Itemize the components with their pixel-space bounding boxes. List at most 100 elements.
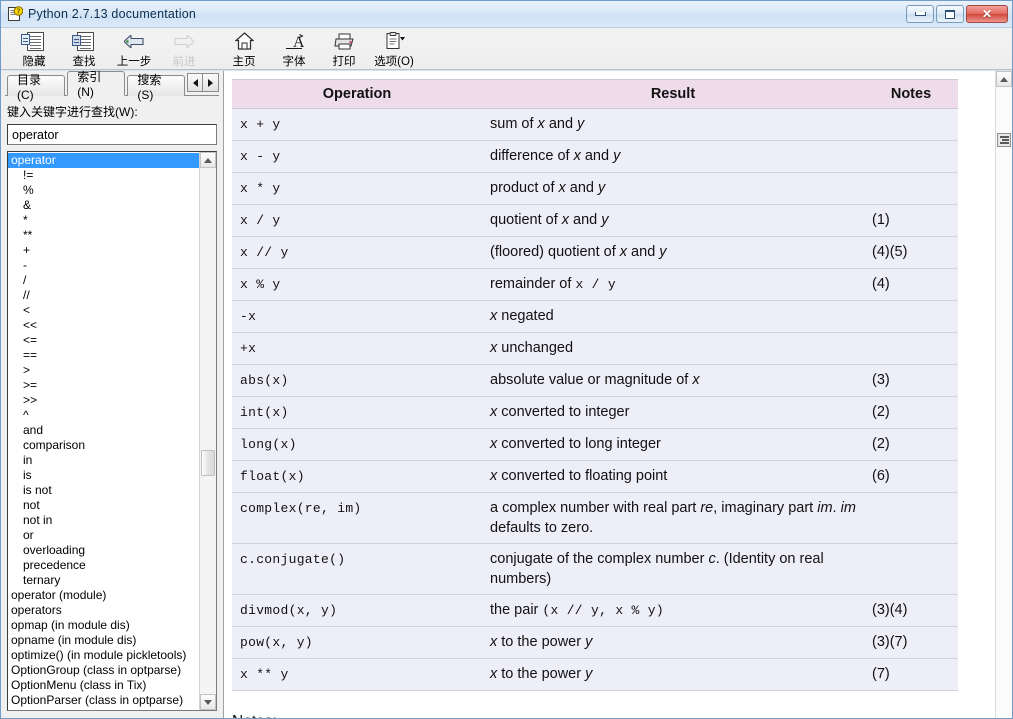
index-list-item[interactable]: precedence xyxy=(8,558,199,573)
tab-contents-label: 目录(C) xyxy=(17,72,42,102)
cell-notes: (4)(5) xyxy=(864,236,958,269)
tab-scroll-right-button[interactable] xyxy=(203,73,219,92)
doc-scroll-up-button[interactable] xyxy=(996,71,1012,87)
table-row: x * y product of x and y xyxy=(232,172,958,205)
operation-code: divmod(x, y) xyxy=(240,603,338,618)
index-list-item[interactable]: opname (in module dis) xyxy=(8,633,199,648)
toolbar-button-font[interactable]: A 字体 xyxy=(269,30,319,69)
index-list-item[interactable]: and xyxy=(8,423,199,438)
tab-scroll-left-button[interactable] xyxy=(187,73,203,92)
index-list-item[interactable]: & xyxy=(8,198,199,213)
index-list-item[interactable]: optimize() (in module pickletools) xyxy=(8,648,199,663)
operation-code: int(x) xyxy=(240,405,289,420)
chevron-left-icon xyxy=(192,78,198,87)
math-variable: x xyxy=(558,180,566,196)
table-row: int(x) x converted to integer (2) xyxy=(232,396,958,429)
cell-notes: (2) xyxy=(864,396,958,429)
close-button[interactable]: ✕ xyxy=(966,5,1008,23)
index-list-item[interactable]: ^ xyxy=(8,408,199,423)
toolbar-button-hide[interactable]: 隐藏 xyxy=(9,30,59,69)
index-list-item[interactable]: OptionParser (class in optparse) xyxy=(8,693,199,708)
cell-result: x unchanged xyxy=(482,332,864,365)
doc-scroll-track[interactable] xyxy=(996,87,1012,718)
index-list-item[interactable]: ** xyxy=(8,228,199,243)
math-variable: y xyxy=(613,148,621,164)
cell-notes: (4) xyxy=(864,268,958,301)
index-scroll-thumb[interactable] xyxy=(201,450,215,476)
math-variable: x xyxy=(692,372,700,388)
cell-notes xyxy=(864,108,958,141)
index-list-item[interactable]: OptionGroup (class in optparse) xyxy=(8,663,199,678)
cell-operation: int(x) xyxy=(232,396,482,429)
index-list-item[interactable]: overloading xyxy=(8,543,199,558)
cell-result: conjugate of the complex number c. (Iden… xyxy=(482,543,864,595)
index-list-item[interactable]: << xyxy=(8,318,199,333)
math-variable: x xyxy=(490,404,498,420)
find-icon xyxy=(71,31,97,52)
cell-notes xyxy=(864,140,958,173)
cell-result: remainder of x / y xyxy=(482,268,864,301)
home-icon xyxy=(231,31,257,52)
index-list-item[interactable]: or xyxy=(8,528,199,543)
index-list-item[interactable]: operator xyxy=(8,153,199,168)
index-list-item[interactable]: operators xyxy=(8,603,199,618)
index-list-item[interactable]: is not xyxy=(8,483,199,498)
index-list-item[interactable]: * xyxy=(8,213,199,228)
index-list-item[interactable]: - xyxy=(8,258,199,273)
index-list-item[interactable]: in xyxy=(8,453,199,468)
index-scroll-up-button[interactable] xyxy=(200,152,216,168)
keyword-input[interactable]: operator xyxy=(7,124,217,145)
nav-tab-strip: 目录(C) 索引(N) 搜索(S) xyxy=(5,70,219,102)
cell-notes: (2) xyxy=(864,428,958,461)
index-list-item[interactable]: not xyxy=(8,498,199,513)
index-list-item[interactable]: / xyxy=(8,273,199,288)
toolbar-button-print[interactable]: 打印 xyxy=(319,30,369,69)
print-icon xyxy=(331,31,357,52)
table-row: complex(re, im) a complex number with rea… xyxy=(232,492,958,544)
index-list-item[interactable]: % xyxy=(8,183,199,198)
index-list-item[interactable]: operator (module) xyxy=(8,588,199,603)
toolbar-button-forward[interactable]: 前进 xyxy=(159,30,209,69)
toolbar-label-print: 打印 xyxy=(332,56,356,68)
index-scroll-track[interactable] xyxy=(200,168,216,694)
operations-table-head: Operation Result Notes xyxy=(232,79,958,109)
document-scrollbar[interactable] xyxy=(995,71,1012,718)
operation-code: float(x) xyxy=(240,469,305,484)
cell-result: x to the power y xyxy=(482,658,864,691)
svg-text:?: ? xyxy=(17,8,21,16)
index-list-item[interactable]: opmap (in module dis) xyxy=(8,618,199,633)
index-list-item[interactable]: < xyxy=(8,303,199,318)
index-list-item[interactable]: is xyxy=(8,468,199,483)
toolbar-button-home[interactable]: 主页 xyxy=(219,30,269,69)
index-list-item[interactable]: ternary xyxy=(8,573,199,588)
index-list-item[interactable]: OptionMenu (class in Tix) xyxy=(8,678,199,693)
tab-search[interactable]: 搜索(S) xyxy=(127,73,185,102)
index-list-item[interactable]: // xyxy=(8,288,199,303)
tab-index[interactable]: 索引(N) xyxy=(67,70,126,99)
operation-code: x ** y xyxy=(240,667,289,682)
index-list-scrollbar[interactable] xyxy=(199,152,216,710)
table-row: +x x unchanged xyxy=(232,332,958,365)
document-outline-icon[interactable] xyxy=(997,133,1011,147)
index-list-item[interactable]: == xyxy=(8,348,199,363)
index-list-item[interactable]: > xyxy=(8,363,199,378)
maximize-button[interactable] xyxy=(936,5,964,23)
navigation-pane: 目录(C) 索引(N) 搜索(S) 键入关键字进行查找(W): operator… xyxy=(1,70,223,718)
index-list-item[interactable]: + xyxy=(8,243,199,258)
index-list[interactable]: operator !=% & * ** + - ///< << <= == > >= >> ^ and comp… xyxy=(8,152,199,710)
table-row: c.conjugate() conjugate of the complex nu… xyxy=(232,543,958,595)
toolbar-button-options[interactable]: 选项(O) xyxy=(369,30,419,69)
toolbar-button-find[interactable]: 查找 xyxy=(59,30,109,69)
index-list-item[interactable]: != xyxy=(8,168,199,183)
math-variable: c xyxy=(708,551,716,567)
tab-contents[interactable]: 目录(C) xyxy=(7,73,66,102)
cell-notes: (6) xyxy=(864,460,958,493)
index-list-item[interactable]: not in xyxy=(8,513,199,528)
minimize-button[interactable] xyxy=(906,5,934,23)
index-scroll-down-button[interactable] xyxy=(200,694,216,710)
index-list-item[interactable]: >= xyxy=(8,378,199,393)
index-list-item[interactable]: <= xyxy=(8,333,199,348)
index-list-item[interactable]: comparison xyxy=(8,438,199,453)
index-list-item[interactable]: >> xyxy=(8,393,199,408)
toolbar-button-back[interactable]: 上一步 xyxy=(109,30,159,69)
